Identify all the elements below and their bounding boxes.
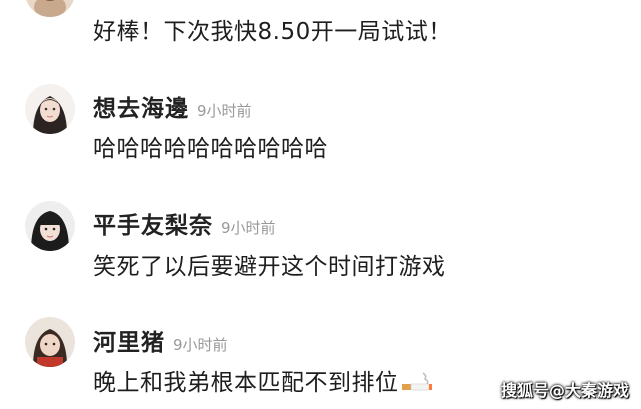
user-avatar-icon (25, 317, 75, 367)
comment-item: 好棒！下次我快8.50开一局试试！ (0, 0, 641, 50)
cigarette-emoji-icon (401, 371, 433, 397)
user-avatar-icon (25, 84, 75, 134)
comment-meta: 想去海邊 9小时前 (93, 89, 252, 123)
user-avatar-icon (25, 0, 75, 17)
username[interactable]: 河里猪 (93, 323, 165, 357)
avatar[interactable] (25, 201, 75, 251)
comment-meta: 平手友梨奈 9小时前 (93, 206, 276, 240)
watermark: 搜狐号@大秦游戏 (500, 381, 629, 400)
comment-text: 笑死了以后要避开这个时间打游戏 (93, 254, 446, 280)
timestamp: 9小时前 (197, 102, 252, 120)
username[interactable]: 平手友梨奈 (93, 206, 213, 240)
comment-text: 晚上和我弟根本匹配不到排位 (93, 370, 399, 396)
avatar[interactable] (25, 0, 75, 17)
avatar[interactable] (25, 84, 75, 134)
comment-text-row: 晚上和我弟根本匹配不到排位 (93, 363, 433, 397)
user-avatar-icon (25, 201, 75, 251)
comment-item: 想去海邊 9小时前 哈哈哈哈哈哈哈哈哈哈 (0, 82, 641, 192)
comment-item: 平手友梨奈 9小时前 笑死了以后要避开这个时间打游戏 (0, 198, 641, 308)
comment-text: 哈哈哈哈哈哈哈哈哈哈 (93, 136, 328, 162)
avatar[interactable] (25, 317, 75, 367)
timestamp: 9小时前 (173, 336, 228, 354)
username[interactable]: 想去海邊 (93, 89, 189, 123)
timestamp: 9小时前 (221, 219, 276, 237)
comment-meta: 河里猪 9小时前 (93, 323, 228, 357)
comment-text: 好棒！下次我快8.50开一局试试！ (93, 19, 452, 45)
